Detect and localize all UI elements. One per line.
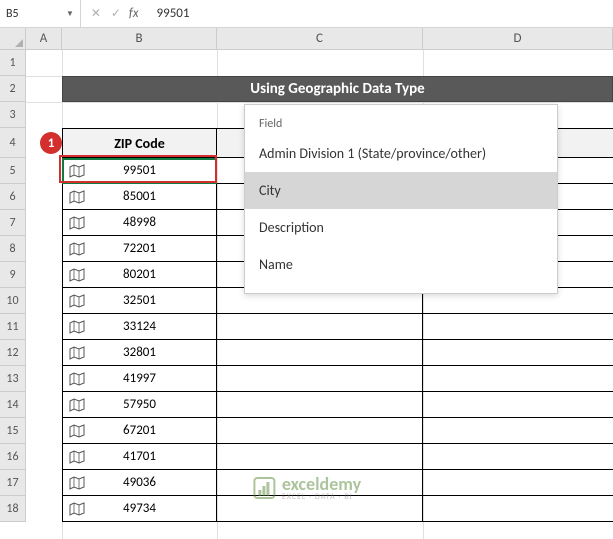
watermark-brand: exceldemy xyxy=(282,475,361,493)
row-header[interactable]: 6 xyxy=(0,184,26,210)
city-cell[interactable] xyxy=(217,366,423,392)
country-cell[interactable] xyxy=(423,496,613,522)
row-header[interactable]: 11 xyxy=(0,314,26,340)
map-icon xyxy=(69,450,85,464)
map-icon xyxy=(69,242,85,256)
col-header-b[interactable]: B xyxy=(62,28,217,50)
table-row: 67201 xyxy=(62,418,613,444)
country-cell[interactable] xyxy=(423,444,613,470)
map-icon xyxy=(69,164,85,178)
row-headers: 1 2 3 4 5 6 7 8 9 10 11 12 13 14 15 16 1… xyxy=(0,50,26,522)
zip-cell[interactable]: 49734 xyxy=(62,496,217,522)
city-cell[interactable] xyxy=(217,314,423,340)
zip-cell[interactable]: 72201 xyxy=(62,236,217,262)
country-cell[interactable] xyxy=(423,366,613,392)
row-header[interactable]: 1 xyxy=(0,50,26,76)
city-cell[interactable] xyxy=(217,392,423,418)
table-row: 41997 xyxy=(62,366,613,392)
country-cell[interactable] xyxy=(423,392,613,418)
map-icon xyxy=(69,346,85,360)
field-option-name[interactable]: Name xyxy=(245,246,557,283)
cancel-icon[interactable]: ✕ xyxy=(87,5,105,23)
col-header-a[interactable]: A xyxy=(26,28,62,50)
column-headers: A B C D xyxy=(26,28,613,50)
zip-cell[interactable]: 33124 xyxy=(62,314,217,340)
row-header[interactable]: 9 xyxy=(0,262,26,288)
map-icon xyxy=(69,268,85,282)
zip-cell[interactable]: 41997 xyxy=(62,366,217,392)
map-icon xyxy=(69,190,85,204)
cell-reference: B5 xyxy=(6,7,62,21)
select-all-corner[interactable] xyxy=(0,28,26,50)
fx-button[interactable]: fx xyxy=(129,6,139,21)
map-icon xyxy=(69,476,85,490)
zip-cell[interactable]: 80201 xyxy=(62,262,217,288)
country-cell[interactable] xyxy=(423,340,613,366)
map-icon xyxy=(69,216,85,230)
table-row: 32801 xyxy=(62,340,613,366)
watermark: exceldemy EXCEL · DATA · BI xyxy=(252,475,361,501)
field-option-description[interactable]: Description xyxy=(245,209,557,246)
zip-cell[interactable]: 67201 xyxy=(62,418,217,444)
row-header[interactable]: 8 xyxy=(0,236,26,262)
country-cell[interactable] xyxy=(423,314,613,340)
country-cell[interactable] xyxy=(423,418,613,444)
field-menu-header: Field xyxy=(245,111,557,135)
field-option-city[interactable]: City xyxy=(245,172,557,209)
row-header[interactable]: 18 xyxy=(0,496,26,522)
map-icon xyxy=(69,424,85,438)
chevron-down-icon[interactable]: ▼ xyxy=(66,9,74,19)
map-icon xyxy=(69,372,85,386)
col-header-d[interactable]: D xyxy=(423,28,613,50)
header-zip: ZIP Code xyxy=(62,128,217,158)
watermark-icon xyxy=(252,476,276,500)
zip-cell[interactable]: 32801 xyxy=(62,340,217,366)
country-cell[interactable] xyxy=(423,470,613,496)
row-header[interactable]: 3 xyxy=(0,102,26,128)
table-row: 57950 xyxy=(62,392,613,418)
page-title: Using Geographic Data Type xyxy=(62,76,613,102)
row-header[interactable]: 10 xyxy=(0,288,26,314)
zip-cell[interactable]: 85001 xyxy=(62,184,217,210)
field-picker-menu: Field Admin Division 1 (State/province/o… xyxy=(244,104,558,294)
map-icon xyxy=(69,502,85,516)
row-header[interactable]: 4 xyxy=(0,128,26,158)
row-header[interactable]: 7 xyxy=(0,210,26,236)
row-header[interactable]: 14 xyxy=(0,392,26,418)
map-icon xyxy=(69,320,85,334)
city-cell[interactable] xyxy=(217,340,423,366)
table-row: 41701 xyxy=(62,444,613,470)
map-icon xyxy=(69,398,85,412)
zip-cell[interactable]: 49036 xyxy=(62,470,217,496)
col-header-c[interactable]: C xyxy=(217,28,423,50)
formula-bar: B5 ▼ ✕ ✓ fx 99501 xyxy=(0,0,613,28)
watermark-tag: EXCEL · DATA · BI xyxy=(282,493,361,501)
row-header[interactable]: 15 xyxy=(0,418,26,444)
city-cell[interactable] xyxy=(217,444,423,470)
field-option-admin[interactable]: Admin Division 1 (State/province/other) xyxy=(245,135,557,172)
table-row: 33124 xyxy=(62,314,613,340)
zip-cell[interactable]: 57950 xyxy=(62,392,217,418)
row-header[interactable]: 16 xyxy=(0,444,26,470)
callout-badge-1: 1 xyxy=(40,132,62,154)
name-box[interactable]: B5 ▼ xyxy=(0,0,81,27)
zip-cell[interactable]: 48998 xyxy=(62,210,217,236)
zip-cell[interactable]: 41701 xyxy=(62,444,217,470)
city-cell[interactable] xyxy=(217,418,423,444)
row-header[interactable]: 2 xyxy=(0,76,26,102)
row-header[interactable]: 13 xyxy=(0,366,26,392)
zip-cell[interactable]: 99501 xyxy=(62,158,217,184)
map-icon xyxy=(69,294,85,308)
zip-cell[interactable]: 32501 xyxy=(62,288,217,314)
formula-value[interactable]: 99501 xyxy=(145,6,190,21)
confirm-icon[interactable]: ✓ xyxy=(107,5,125,23)
row-header[interactable]: 17 xyxy=(0,470,26,496)
row-header[interactable]: 12 xyxy=(0,340,26,366)
row-header[interactable]: 5 xyxy=(0,158,26,184)
